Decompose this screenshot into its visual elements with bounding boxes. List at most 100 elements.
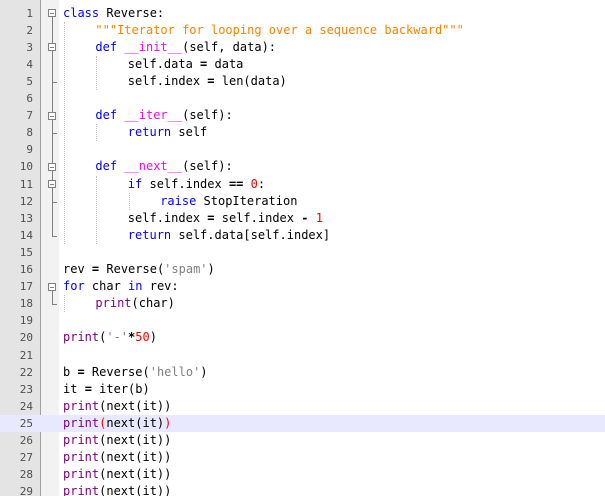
- code-token: (next(it)): [99, 467, 172, 482]
- fold-toggle-icon[interactable]: [48, 9, 56, 17]
- indent-guide: [64, 21, 65, 244]
- code-token: print: [63, 433, 100, 447]
- code-line[interactable]: 2 """Iterator for looping over a sequence…: [0, 22, 605, 39]
- line-number: 8: [26, 126, 33, 140]
- code-line[interactable]: 1 class Reverse:: [0, 5, 605, 22]
- fold-toggle-icon[interactable]: [48, 162, 56, 171]
- line-number: 27: [19, 451, 33, 465]
- code-line[interactable]: 15: [0, 244, 605, 261]
- line-number: 28: [19, 468, 33, 482]
- code-token: self.index: [127, 210, 208, 225]
- code-text: """Iterator for looping over a sequence …: [95, 22, 463, 39]
- line-number: 1: [26, 6, 33, 20]
- code-line[interactable]: 7 def __iter__(self):: [0, 107, 605, 124]
- line-number: 5: [26, 74, 33, 88]
- fold-end: [52, 235, 57, 237]
- fold-toggle-icon[interactable]: [48, 282, 56, 291]
- code-token: (next(it)): [99, 398, 172, 413]
- code-token: self.data[self.index]: [171, 227, 331, 242]
- code-token: print: [63, 484, 100, 496]
- code-line[interactable]: 19: [0, 312, 605, 329]
- code-text: print(next(it)): [63, 415, 171, 432]
- code-token: (self, data):: [182, 39, 277, 54]
- indent-guide: [96, 124, 98, 142]
- code-text: return self.data[self.index]: [128, 227, 330, 244]
- code-line[interactable]: 17 for char in rev:: [0, 278, 605, 295]
- code-token: self: [171, 125, 208, 140]
- fold-toggle-icon[interactable]: [48, 180, 56, 188]
- code-line[interactable]: 4 self.data = data: [0, 56, 605, 73]
- code-line[interactable]: 27 print(next(it)): [0, 449, 605, 466]
- line-number: 16: [19, 263, 33, 276]
- code-line[interactable]: 6: [0, 90, 605, 107]
- code-line[interactable]: 11 if self.index == 0:: [0, 176, 605, 193]
- code-line[interactable]: 9: [0, 141, 605, 158]
- line-number: 18: [19, 297, 33, 311]
- code-text: class Reverse:: [63, 5, 164, 22]
- code-token: 'hello': [149, 364, 201, 379]
- code-line[interactable]: 14 return self.data[self.index]: [0, 227, 605, 244]
- code-line[interactable]: 25 print(next(it)): [0, 414, 605, 432]
- code-token: class: [63, 5, 100, 20]
- code-editor[interactable]: 1 class Reverse: 2 """Iterator for looping …: [0, 0, 605, 496]
- code-text: print(next(it)): [63, 398, 171, 415]
- code-token: (self):: [182, 108, 233, 123]
- line-number: 13: [19, 211, 33, 225]
- code-token: 1: [315, 210, 323, 225]
- line-number: 23: [19, 382, 33, 396]
- code-token: Reverse(: [99, 262, 165, 276]
- code-line[interactable]: 22 b = Reverse('hello'): [0, 364, 605, 381]
- code-token: print: [63, 330, 100, 345]
- code-token: =: [77, 364, 85, 379]
- code-line[interactable]: 16 rev = Reverse('spam'): [0, 261, 605, 278]
- code-text: print(next(it)): [63, 432, 171, 449]
- code-token: rev:: [142, 279, 179, 294]
- indent-guide: [96, 55, 98, 90]
- code-token: for: [63, 279, 85, 294]
- code-line[interactable]: 21: [0, 347, 605, 364]
- code-line[interactable]: 3 def __init__(self, data):: [0, 39, 605, 56]
- fold-line: [52, 290, 53, 305]
- line-number: 12: [19, 194, 33, 208]
- fold-end: [52, 304, 57, 306]
- code-line[interactable]: 8 return self: [0, 124, 605, 141]
- code-token: iter(b): [91, 381, 150, 396]
- code-line[interactable]: 20 print('-'*50): [0, 329, 605, 346]
- code-line[interactable]: 23 it = iter(b): [0, 381, 605, 398]
- code-line[interactable]: 29 print(next(it)): [0, 483, 605, 496]
- code-token: def: [95, 108, 118, 123]
- code-line[interactable]: 12 raise StopIteration: [0, 193, 605, 210]
- code-line[interactable]: 24 print(next(it)): [0, 398, 605, 415]
- code-line[interactable]: 26 print(next(it)): [0, 432, 605, 449]
- code-line[interactable]: 5 self.index = len(data): [0, 73, 605, 90]
- code-line[interactable]: 10 def __next__(self):: [0, 158, 605, 175]
- code-token: if: [127, 176, 143, 191]
- code-token: ): [207, 262, 215, 276]
- code-text: return self: [128, 124, 207, 141]
- line-number: 19: [19, 314, 33, 328]
- indent-guide: [128, 192, 130, 210]
- code-token: =: [207, 210, 215, 225]
- code-line[interactable]: 18 print(char): [0, 295, 605, 312]
- code-text: def __init__(self, data):: [95, 39, 276, 56]
- fold-line: [52, 188, 53, 202]
- fold-toggle-icon[interactable]: [48, 111, 56, 120]
- line-number: 24: [19, 399, 33, 413]
- fold-toggle-icon[interactable]: [48, 43, 56, 52]
- code-token: =: [84, 381, 92, 396]
- code-token: rev: [63, 262, 92, 276]
- code-token: return: [127, 227, 172, 242]
- code-token: (next(it)): [99, 450, 172, 465]
- code-line[interactable]: 28 print(next(it)): [0, 466, 605, 483]
- line-number: 11: [19, 177, 33, 191]
- code-token: def: [95, 39, 118, 54]
- code-token: ): [200, 364, 208, 379]
- code-line[interactable]: 13 self.index = self.index - 1: [0, 210, 605, 227]
- code-token: 50: [135, 330, 150, 345]
- code-token: ==: [228, 176, 244, 191]
- code-token: print: [63, 450, 100, 465]
- code-token: def: [95, 159, 118, 174]
- code-text: if self.index == 0:: [128, 176, 265, 193]
